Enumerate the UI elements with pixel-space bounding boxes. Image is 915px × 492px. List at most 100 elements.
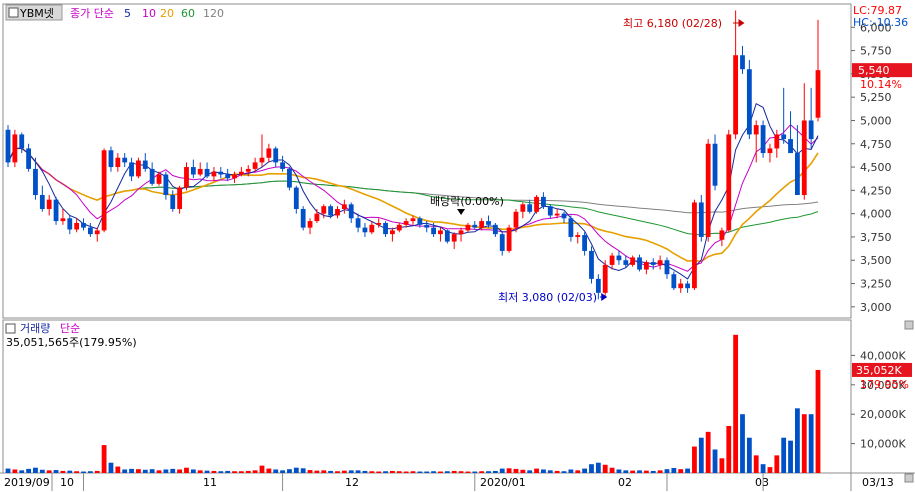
candle-body <box>499 234 505 251</box>
candle-body <box>341 204 347 209</box>
ma-legend-5: 5 <box>124 7 131 20</box>
candle-body <box>438 230 443 235</box>
volume-bar <box>5 468 11 473</box>
candle-body <box>547 206 553 216</box>
volume-bar <box>314 470 320 473</box>
candle-body <box>190 167 196 175</box>
candle-body <box>609 255 615 265</box>
volume-checkbox-icon[interactable] <box>5 323 16 334</box>
panel-resize-icon[interactable] <box>904 320 914 330</box>
volume-bar <box>94 470 100 473</box>
candle-body <box>726 134 732 231</box>
symbol-label: YBM넷 <box>19 7 54 20</box>
ma-legend-20: 20 <box>160 7 174 20</box>
candle-body <box>602 264 608 293</box>
volume-bar <box>122 469 128 473</box>
ma-legend-10: 10 <box>142 7 156 20</box>
volume-bar <box>136 469 141 473</box>
volume-bar <box>589 464 594 473</box>
x-axis-label: 2020/01 <box>480 476 526 489</box>
volume-bar <box>609 467 615 473</box>
candle-body <box>19 134 25 149</box>
volume-bar <box>149 469 155 473</box>
current-change: 10.14% <box>860 78 902 91</box>
volume-bar <box>362 470 368 473</box>
candle-body <box>678 283 684 289</box>
volume-bar <box>740 414 745 473</box>
price-tick-label: 3,000 <box>860 301 892 314</box>
candle-body <box>225 174 231 179</box>
volume-bar <box>26 468 31 473</box>
candle-body <box>692 202 697 289</box>
x-axis-label: 03/13 <box>862 476 894 489</box>
candle-body <box>671 274 677 289</box>
ma-legend-120: 120 <box>203 7 224 20</box>
volume-bar <box>733 334 739 473</box>
candle-body <box>589 250 594 279</box>
volume-bar <box>479 471 485 473</box>
volume-bar <box>788 440 793 473</box>
candle-body <box>431 227 436 235</box>
volume-bar <box>719 458 725 473</box>
volume-bar <box>163 469 169 473</box>
x-axis-label: 12 <box>345 476 359 489</box>
candle-body <box>163 174 169 196</box>
candle-body <box>451 234 457 242</box>
volume-bar <box>568 469 574 473</box>
volume-bar <box>328 470 334 473</box>
candle-body <box>479 221 485 228</box>
candle-body <box>307 221 313 228</box>
candle-body <box>767 148 773 154</box>
candle-body <box>348 204 354 219</box>
panel-resize-icon[interactable] <box>904 473 914 483</box>
candle-body <box>197 168 203 175</box>
candle-body <box>492 224 498 235</box>
volume-bar <box>321 470 327 473</box>
candle-body <box>238 171 244 175</box>
candle-body <box>204 168 210 177</box>
candle-body <box>630 257 636 265</box>
volume-bar <box>643 470 649 473</box>
candle-body <box>554 213 560 216</box>
candle-body <box>568 218 574 237</box>
candle-body <box>637 257 642 270</box>
candle-body <box>746 69 752 135</box>
volume-value-text: 35,051,565주(179.95%) <box>6 336 137 349</box>
volume-bar <box>698 437 704 473</box>
candle-body <box>218 171 224 175</box>
price-tick-label: 3,750 <box>860 231 892 244</box>
candle-body <box>280 162 285 169</box>
price-panel <box>2 3 852 319</box>
price-tick-label: 4,250 <box>860 184 892 197</box>
volume-bar <box>678 469 684 473</box>
volume-bar <box>293 467 299 473</box>
x-axis-label: 03 <box>755 476 769 489</box>
candle-body <box>108 150 114 168</box>
checkbox-icon[interactable] <box>8 7 19 18</box>
candle-body <box>534 196 539 212</box>
current-price: 5,540 <box>858 64 890 77</box>
volume-bar <box>225 470 231 473</box>
volume-bar <box>513 468 519 473</box>
candle-body <box>321 206 327 214</box>
volume-bar <box>541 469 546 473</box>
price-tick-label: 3,250 <box>860 278 892 291</box>
price-tick-label: 5,250 <box>860 91 892 104</box>
volume-bar <box>650 470 656 473</box>
volume-bar <box>465 471 471 473</box>
volume-bar <box>767 467 773 473</box>
volume-bar <box>616 469 622 473</box>
price-tick-label: 4,500 <box>860 161 892 174</box>
candle-body <box>5 129 11 163</box>
volume-bar <box>67 470 73 473</box>
volume-bar <box>101 445 107 473</box>
volume-bar <box>795 408 800 473</box>
volume-tick-label: 40,000K <box>860 349 906 362</box>
volume-bar <box>259 465 265 473</box>
volume-bar <box>60 470 66 473</box>
candle-body <box>643 262 649 270</box>
candle-body <box>527 204 533 212</box>
candle-body <box>252 162 258 169</box>
volume-bar <box>232 471 237 473</box>
candle-body <box>650 262 656 265</box>
